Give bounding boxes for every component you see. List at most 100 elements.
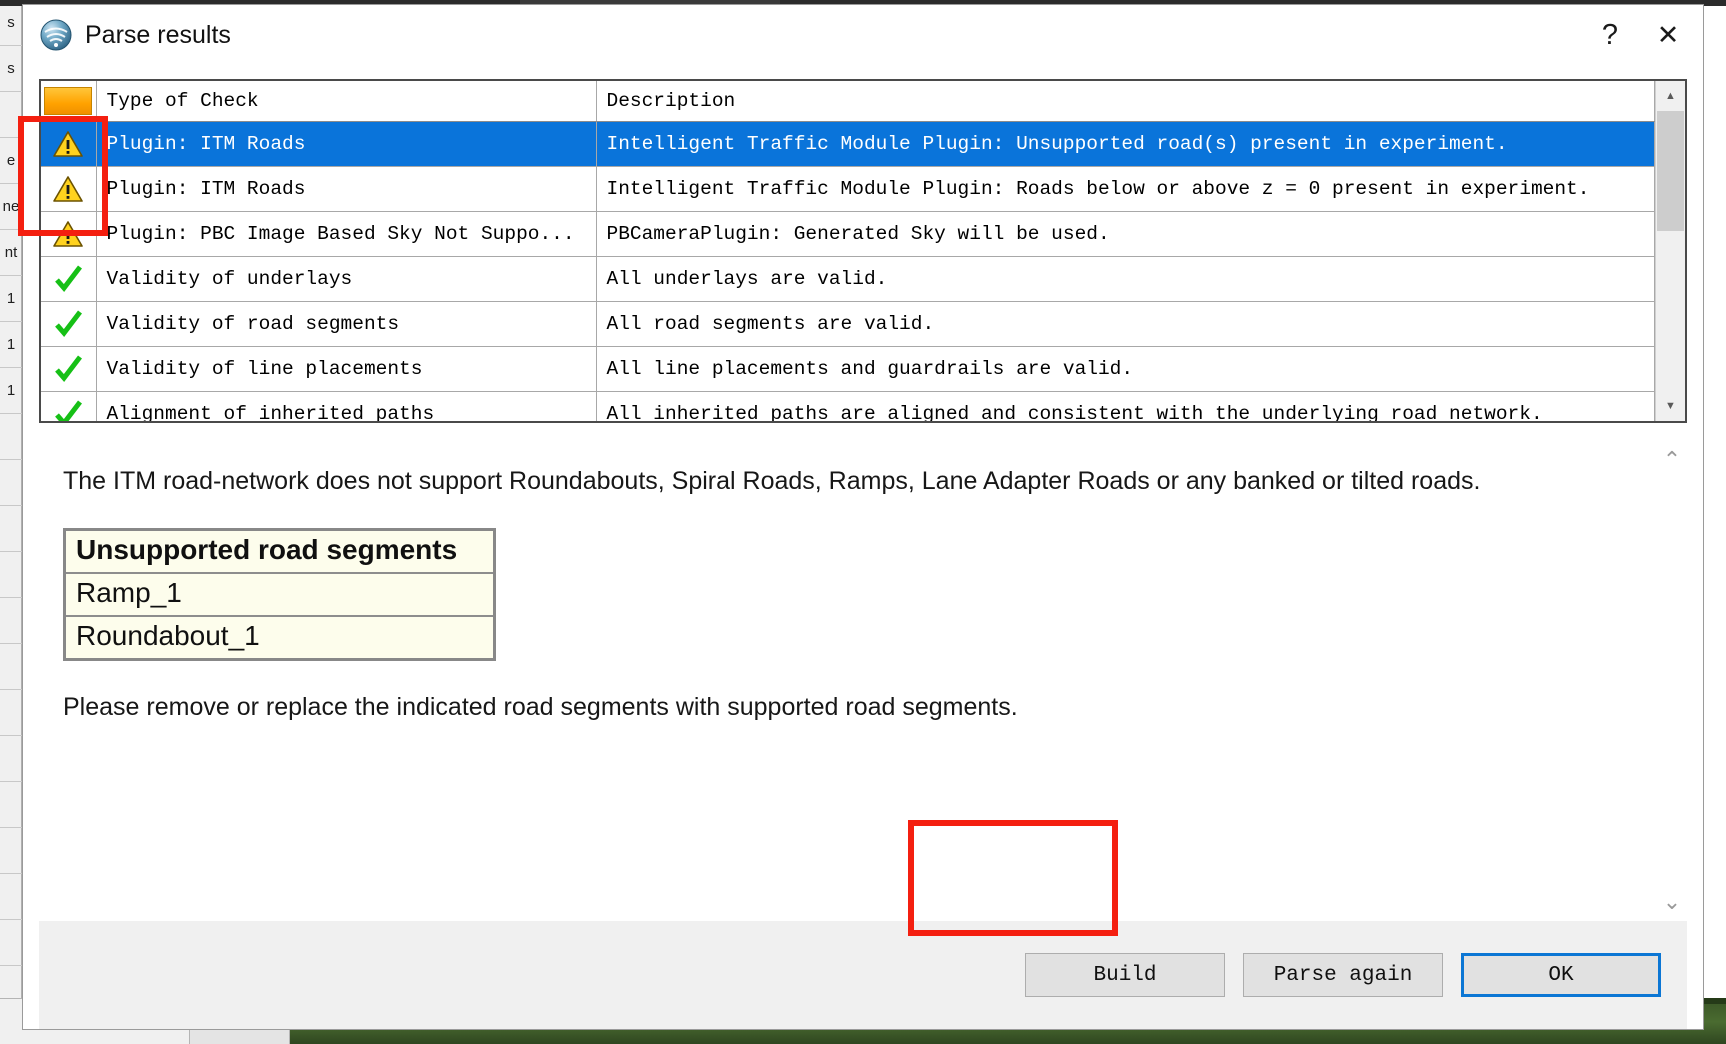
background-rail-row: e [0,138,22,184]
results-table-head: Type of Check Description [41,81,1655,122]
dialog-titlebar: Parse results ? ✕ [23,5,1703,65]
background-rail-row: 1 [0,276,22,322]
row-type-of-check-cell: Validity of line placements [96,346,597,392]
unsupported-road-segments-table: Unsupported road segments Ramp_1 Roundabo… [63,528,496,661]
detail-scroll-up-icon[interactable]: ⌃ [1663,449,1681,471]
detail-pane-wrapper: The ITM road-network does not support Ro… [39,441,1687,921]
background-rail-row [0,828,22,874]
segments-column-header: Unsupported road segments [64,529,495,574]
detail-vertical-scrollbar[interactable]: ⌃ ⌄ [1657,441,1687,921]
grid-scroll-thumb[interactable] [1657,111,1684,231]
row-type-of-check-cell: Alignment of inherited paths [96,391,597,421]
results-header-row: Type of Check Description [41,81,1655,122]
column-header-description[interactable]: Description [596,81,1655,122]
dialog-footer: Build Parse again OK [39,921,1687,1029]
background-rail-row [0,782,22,828]
app-globe-icon [39,18,73,52]
list-item: Ramp_1 [64,573,495,617]
check-icon [53,264,83,294]
warning-icon [53,175,84,203]
row-description-cell: Intelligent Traffic Module Plugin: Roads… [596,166,1655,212]
table-row[interactable]: Plugin: PBC Image Based Sky Not Suppo...… [41,211,1655,257]
row-status-cell [41,391,97,421]
check-icon [53,354,83,384]
column-header-type-of-check[interactable]: Type of Check [96,81,597,122]
background-rail-row: nt [0,230,22,276]
background-rail-row: s [0,46,22,92]
background-rail-row: 1 [0,322,22,368]
segment-name-cell: Ramp_1 [64,573,495,617]
results-table: Type of Check Description Plugin: ITM Ro… [41,81,1655,421]
table-row[interactable]: Validity of road segments All road segmen… [41,301,1655,347]
detail-tail-text: Please remove or replace the indicated r… [63,693,1018,721]
warning-icon [53,130,84,158]
table-row[interactable]: Plugin: ITM Roads Intelligent Traffic Mod… [41,121,1655,167]
parse-results-grid: Type of Check Description Plugin: ITM Ro… [39,79,1687,423]
row-type-of-check-cell: Validity of underlays [96,256,597,302]
row-type-of-check-cell: Plugin: PBC Image Based Sky Not Suppo... [96,211,597,257]
background-left-panel: s s e ne nt 1 1 1 [0,0,22,1044]
background-rail-row [0,874,22,920]
detail-lead-text: The ITM road-network does not support Ro… [63,467,1481,495]
warning-icon [53,220,84,248]
detail-pane: The ITM road-network does not support Ro… [39,441,1657,921]
row-type-of-check-cell: Plugin: ITM Roads [96,121,597,167]
segments-header-row: Unsupported road segments [64,529,495,574]
status-legend-swatch-icon [44,86,93,115]
grid-scroll-area: Type of Check Description Plugin: ITM Ro… [41,81,1655,421]
row-description-cell: Intelligent Traffic Module Plugin: Unsup… [596,121,1655,167]
column-header-status[interactable] [41,81,97,122]
grid-scroll-up-button[interactable]: ▲ [1656,81,1685,111]
row-type-of-check-cell: Validity of road segments [96,301,597,347]
table-row[interactable]: Plugin: ITM Roads Intelligent Traffic Mod… [41,166,1655,212]
segment-name-cell: Roundabout_1 [64,616,495,660]
background-rail-row [0,414,22,460]
detail-scroll-down-icon[interactable]: ⌄ [1663,891,1681,913]
build-button[interactable]: Build [1025,953,1225,997]
background-rail-row: 1 [0,368,22,414]
table-row[interactable]: Validity of underlays All underlays are v… [41,256,1655,302]
row-status-cell [41,166,97,212]
row-status-cell [41,121,97,167]
parse-again-button[interactable]: Parse again [1243,953,1443,997]
background-rail-row [0,736,22,782]
help-button[interactable]: ? [1581,12,1639,58]
row-status-cell [41,346,97,392]
background-rail-row [0,92,22,138]
background-left-rows: s s e ne nt 1 1 1 [0,0,22,1012]
list-item: Roundabout_1 [64,616,495,660]
check-icon [53,309,83,339]
background-rail-row [0,644,22,690]
background-rail-row [0,920,22,966]
dialog-body: Type of Check Description Plugin: ITM Ro… [23,65,1703,1029]
grid-scroll-track[interactable] [1656,111,1685,391]
row-status-cell [41,256,97,302]
close-button[interactable]: ✕ [1639,12,1697,58]
row-description-cell: PBCameraPlugin: Generated Sky will be us… [596,211,1655,257]
segments-table-body: Ramp_1 Roundabout_1 [64,573,495,660]
background-rail-row: ne [0,184,22,230]
table-row[interactable]: Alignment of inherited paths All inherite… [41,391,1655,421]
background-rail-row [0,598,22,644]
ok-button[interactable]: OK [1461,953,1661,997]
row-status-cell [41,211,97,257]
table-row[interactable]: Validity of line placements All line plac… [41,346,1655,392]
row-description-cell: All underlays are valid. [596,256,1655,302]
row-description-cell: All inherited paths are aligned and cons… [596,391,1655,421]
grid-vertical-scrollbar[interactable]: ▲ ▼ [1655,81,1685,421]
background-rail-row [0,552,22,598]
row-description-cell: All road segments are valid. [596,301,1655,347]
background-rail-row [0,506,22,552]
results-table-body: Plugin: ITM Roads Intelligent Traffic Mod… [41,121,1655,421]
dialog-title: Parse results [85,20,231,49]
grid-scroll-down-button[interactable]: ▼ [1656,391,1685,421]
row-status-cell [41,301,97,347]
parse-results-dialog: Parse results ? ✕ Type of Check Descript… [22,4,1704,1030]
background-rail-row: s [0,0,22,46]
segments-table-head: Unsupported road segments [64,529,495,574]
background-rail-row [0,690,22,736]
check-icon [53,399,83,421]
row-description-cell: All line placements and guardrails are v… [596,346,1655,392]
row-type-of-check-cell: Plugin: ITM Roads [96,166,597,212]
background-rail-row [0,460,22,506]
